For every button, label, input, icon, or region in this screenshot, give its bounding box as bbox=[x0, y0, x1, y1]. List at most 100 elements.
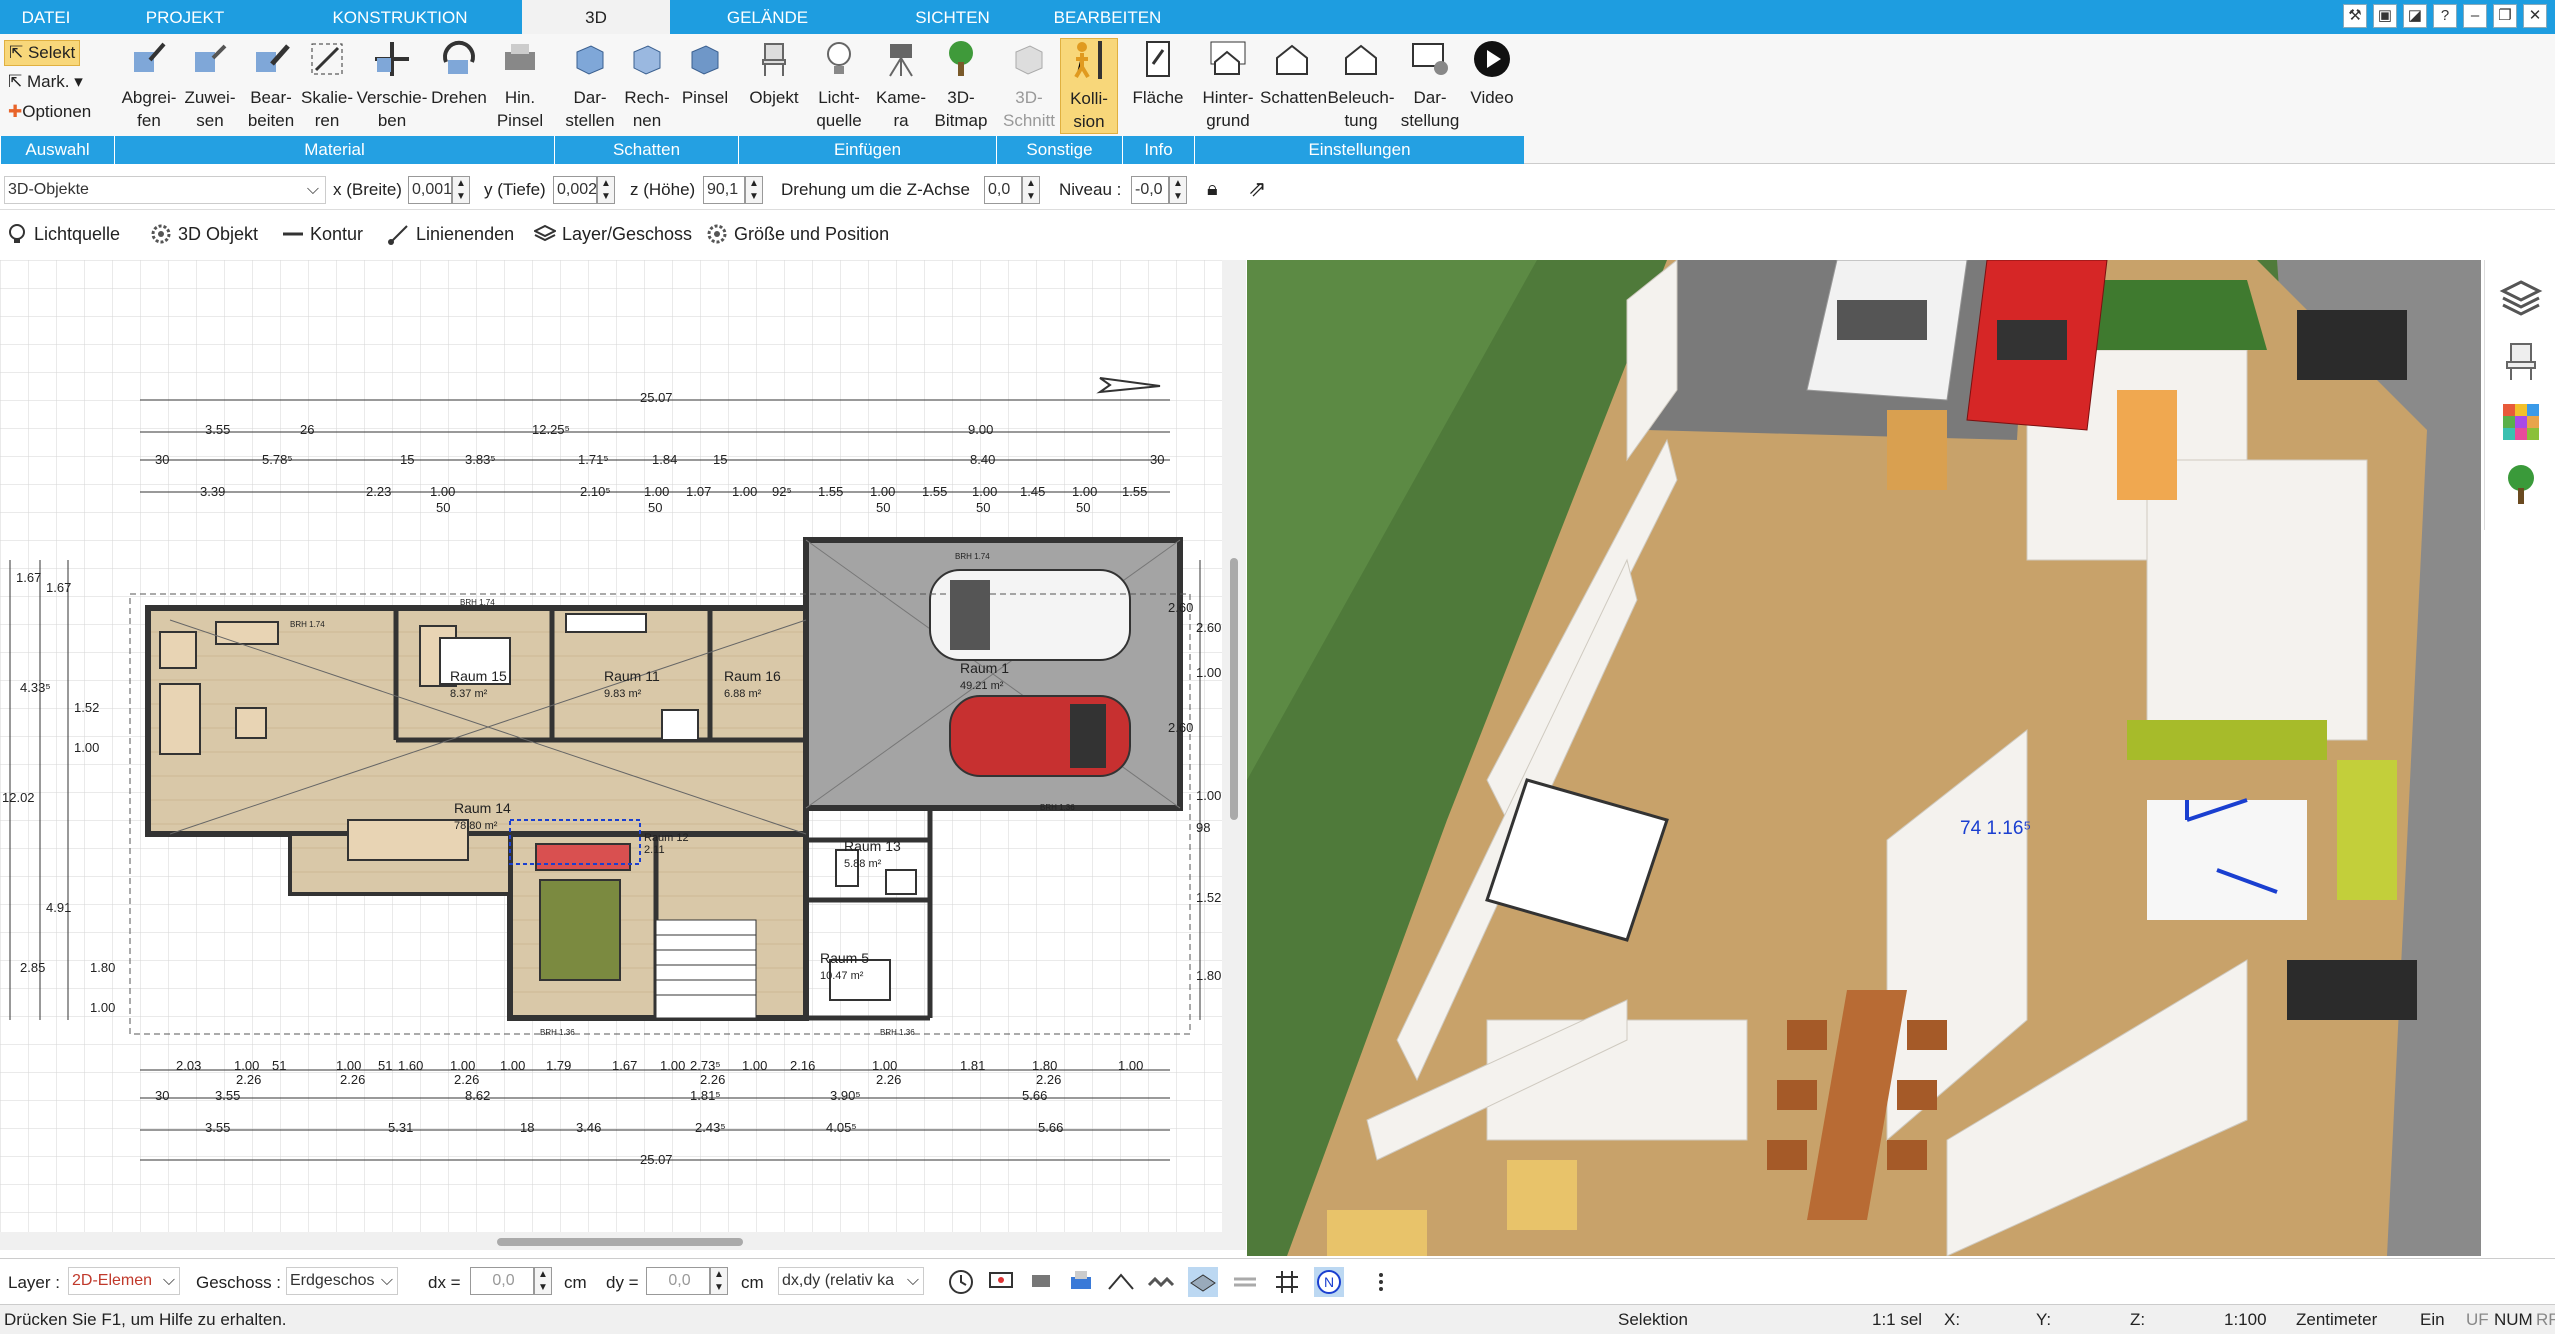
clock-icon[interactable] bbox=[946, 1267, 976, 1297]
niveau-spinner[interactable]: ▲ ▼ bbox=[1169, 176, 1187, 204]
dim-total-top: 25.07 bbox=[640, 390, 673, 405]
snap-n-icon[interactable]: N bbox=[1314, 1267, 1344, 1297]
room-label[interactable]: Raum 14 78.80 m² bbox=[454, 800, 511, 832]
beleuchtung-button[interactable]: Beleuch- tung bbox=[1326, 38, 1396, 132]
hintergrund-button[interactable]: Hinter- grund bbox=[1196, 38, 1260, 132]
x-spinner[interactable]: ▲ ▼ bbox=[452, 176, 470, 204]
geschoss-select[interactable]: Erdgeschos ⌵ bbox=[286, 1267, 398, 1295]
printer-icon[interactable] bbox=[1066, 1267, 1096, 1297]
vertical-scrollbar[interactable] bbox=[1222, 260, 1246, 1250]
layer-select[interactable]: 2D-Elemen ⌵ bbox=[68, 1267, 180, 1295]
pinsel-button[interactable]: Pinsel bbox=[676, 38, 734, 109]
plane-icon[interactable] bbox=[1188, 1267, 1218, 1297]
scrollbar-thumb[interactable] bbox=[497, 1238, 743, 1246]
dy-input[interactable]: 0,0 bbox=[646, 1267, 710, 1295]
hin-pinsel-button[interactable]: Hin. Pinsel bbox=[492, 38, 548, 132]
kollision-button[interactable]: Kolli- sion bbox=[1060, 38, 1118, 134]
verschieben-button[interactable]: Verschie- ben bbox=[354, 38, 430, 132]
lock-icon[interactable]: 🔒︎ bbox=[1207, 178, 1218, 201]
y-spinner[interactable]: ▲ ▼ bbox=[597, 176, 615, 204]
linienenden-tab[interactable]: Linienenden bbox=[382, 220, 514, 248]
more-icon[interactable] bbox=[1366, 1267, 1396, 1297]
tree-icon[interactable] bbox=[2499, 462, 2543, 506]
zuweisen-button[interactable]: Zuwei- sen bbox=[180, 38, 240, 132]
wave-tool-icon[interactable] bbox=[1146, 1267, 1176, 1297]
grid-icon[interactable] bbox=[1272, 1267, 1302, 1297]
optionen-button[interactable]: ✚Optionen bbox=[4, 100, 91, 124]
lichtquelle-button[interactable]: Licht- quelle bbox=[808, 38, 870, 132]
tab-sichten[interactable]: SICHTEN bbox=[865, 0, 1040, 34]
abgreifen-button[interactable]: Abgrei- fen bbox=[118, 38, 180, 132]
selekt-button[interactable]: ⇱ Selekt bbox=[4, 40, 81, 66]
monitor-icon[interactable] bbox=[986, 1267, 1016, 1297]
schatten-settings-button[interactable]: Schatten bbox=[1260, 38, 1327, 109]
lichtquelle-tab[interactable]: Lichtquelle bbox=[0, 220, 120, 248]
palette-icon[interactable]: ◪ bbox=[2403, 4, 2427, 28]
rechnen-button[interactable]: Rech- nen bbox=[618, 38, 676, 132]
room-label[interactable]: Raum 16 6.88 m² bbox=[724, 668, 781, 700]
chair-icon[interactable] bbox=[2499, 338, 2543, 382]
tab-gelaende[interactable]: GELÄNDE bbox=[680, 0, 855, 34]
scrollbar-thumb[interactable] bbox=[1230, 558, 1238, 820]
groesse-tab[interactable]: Größe und Position bbox=[700, 220, 889, 248]
tab-konstruktion[interactable]: KONSTRUKTION bbox=[290, 0, 510, 34]
dx-spinner[interactable]: ▲ ▼ bbox=[534, 1267, 552, 1295]
layer-tab[interactable]: Layer/Geschoss bbox=[528, 220, 692, 248]
close-button[interactable]: ✕ bbox=[2523, 4, 2547, 28]
roof-icon[interactable] bbox=[1106, 1267, 1136, 1297]
tab-3d[interactable]: 3D bbox=[522, 0, 670, 34]
room-label[interactable]: Raum 5 10.47 m² bbox=[820, 950, 869, 982]
dy-spinner[interactable]: ▲ ▼ bbox=[710, 1267, 728, 1295]
tab-projekt[interactable]: PROJEKT bbox=[100, 0, 270, 34]
restore-button[interactable]: ❐ bbox=[2493, 4, 2517, 28]
room-label[interactable]: Raum 15 8.37 m² bbox=[450, 668, 507, 700]
kamera-button[interactable]: Kame- ra bbox=[870, 38, 932, 132]
room-label[interactable]: Raum 12 2.11 bbox=[644, 832, 689, 856]
window-icon[interactable]: ▣ bbox=[2373, 4, 2397, 28]
tools-icon[interactable]: ⚒ bbox=[2343, 4, 2367, 28]
stack-icon[interactable] bbox=[1230, 1267, 1260, 1297]
camera-path-icon[interactable] bbox=[1026, 1267, 1056, 1297]
object-type-select[interactable]: 3D-Objekte ⌵ bbox=[4, 176, 326, 204]
y-input[interactable]: 0,002 bbox=[553, 176, 597, 204]
objekt-button[interactable]: Objekt bbox=[744, 38, 804, 109]
room-label[interactable]: Raum 11 9.83 m² bbox=[604, 668, 660, 700]
horizontal-scrollbar[interactable] bbox=[0, 1232, 1222, 1250]
x-input[interactable]: 0,001 bbox=[408, 176, 452, 204]
skalieren-button[interactable]: Skalie- ren bbox=[298, 38, 356, 132]
floor-plan-view[interactable]: 25.07 3.55 26 12.25⁵ 9.00 30 5.78⁵ 15 3.… bbox=[0, 260, 1222, 1250]
flaeche-button[interactable]: Fläche bbox=[1128, 38, 1188, 109]
rotation-input[interactable]: 0,0 bbox=[984, 176, 1022, 204]
schnitt-button[interactable]: 3D- Schnitt bbox=[1000, 38, 1058, 132]
dim-label: 2.26 bbox=[340, 1072, 366, 1087]
room-label[interactable]: Raum 1 49.21 m² bbox=[960, 660, 1009, 692]
darstellen-button[interactable]: Dar- stellen bbox=[560, 38, 620, 132]
niveau-input[interactable]: -0,0 bbox=[1131, 176, 1169, 204]
3d-view[interactable]: 74 1.16⁵ bbox=[1247, 260, 2481, 1256]
coordinate-mode-select[interactable]: dx,dy (relativ ka ⌵ bbox=[778, 1267, 924, 1295]
video-button[interactable]: Video bbox=[1462, 38, 1522, 109]
objekt3d-tab[interactable]: 3D Objekt bbox=[144, 220, 258, 248]
dx-input[interactable]: 0,0 bbox=[470, 1267, 534, 1295]
rotation-spinner[interactable]: ▲ ▼ bbox=[1022, 176, 1040, 204]
bearbeiten-button[interactable]: Bear- beiten bbox=[240, 38, 302, 132]
z-coordinate: Z: bbox=[2130, 1310, 2146, 1329]
layers-icon[interactable] bbox=[2499, 276, 2543, 320]
tab-datei[interactable]: DATEI bbox=[0, 0, 92, 34]
bitmap-button[interactable]: 3D- Bitmap bbox=[932, 38, 990, 132]
move-icon bbox=[375, 42, 409, 76]
room-label[interactable]: Raum 13 5.88 m² bbox=[844, 838, 901, 870]
line-icon bbox=[283, 232, 303, 236]
minimize-button[interactable]: – bbox=[2463, 4, 2487, 28]
mark-button[interactable]: ⇱ Mark. ▾ bbox=[4, 70, 83, 94]
house-background-icon bbox=[1210, 41, 1246, 75]
tab-bearbeiten[interactable]: BEARBEITEN bbox=[1040, 0, 1175, 34]
help-icon[interactable]: ? bbox=[2433, 4, 2457, 28]
kontur-tab[interactable]: Kontur bbox=[276, 220, 363, 248]
drehen-button[interactable]: Drehen bbox=[428, 38, 490, 109]
palette-icon[interactable] bbox=[2499, 400, 2543, 444]
darstellung-button[interactable]: Dar- stellung bbox=[1398, 38, 1462, 132]
z-spinner[interactable]: ▲ ▼ bbox=[745, 176, 763, 204]
external-link-icon[interactable]: ⇗ bbox=[1248, 176, 1266, 202]
z-input[interactable]: 90,1 bbox=[703, 176, 745, 204]
